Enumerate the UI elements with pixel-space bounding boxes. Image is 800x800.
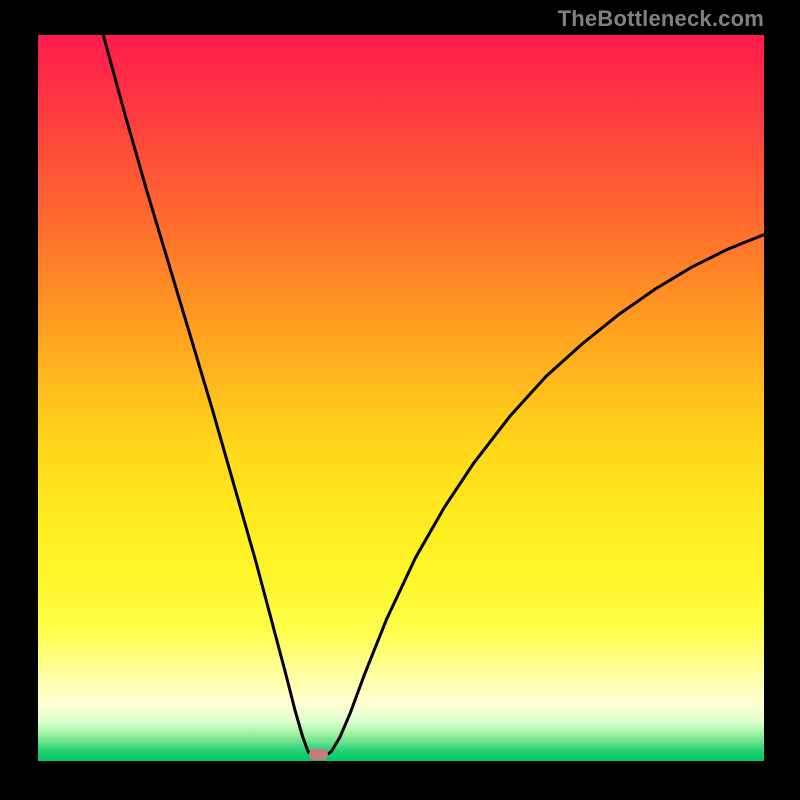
attribution-watermark: TheBottleneck.com: [558, 6, 764, 32]
optimal-point-marker: [309, 749, 328, 761]
chart-frame: TheBottleneck.com: [0, 0, 800, 800]
plot-area: [38, 35, 764, 761]
